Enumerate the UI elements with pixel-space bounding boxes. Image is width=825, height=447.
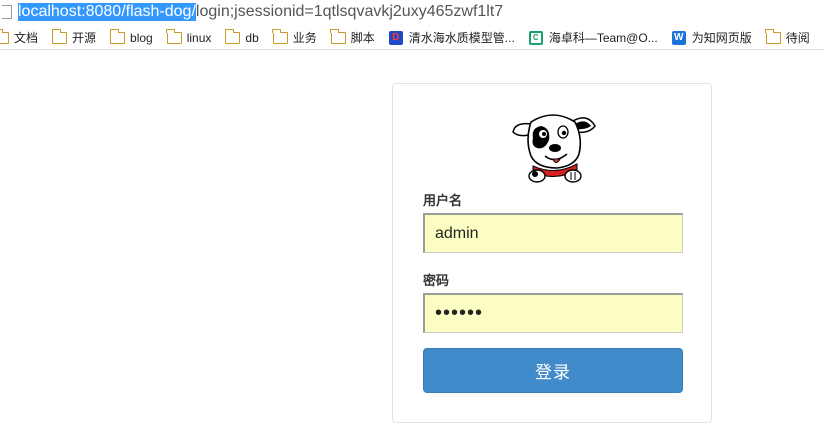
bookmark-label: blog — [130, 30, 153, 45]
bookmarks-bar: 文档 开源 blog linux db 业务 脚本 D 清水海水质模型管... … — [0, 26, 825, 50]
bookmark-label: db — [245, 30, 259, 45]
dog-mascot-logo — [512, 114, 596, 183]
bookmark-to-read[interactable]: 待阅 — [765, 28, 810, 46]
username-label: 用户名 — [423, 193, 463, 208]
bookmark-label: 待阅 — [785, 31, 810, 45]
page-icon — [2, 5, 12, 19]
password-label: 密码 — [423, 273, 450, 288]
bookmark-db[interactable]: db — [224, 28, 259, 45]
bookmark-business[interactable]: 业务 — [272, 28, 317, 46]
bookmark-label: 开源 — [72, 31, 97, 45]
login-button[interactable]: 登录 — [423, 348, 683, 393]
app-d-icon: D — [388, 30, 403, 45]
bookmark-label: 业务 — [292, 31, 317, 45]
folder-icon — [224, 28, 241, 44]
bookmark-label: linux — [186, 30, 212, 45]
folder-icon — [166, 28, 182, 44]
username-input[interactable] — [423, 213, 683, 253]
bookmark-label: 为知网页版 — [691, 31, 752, 45]
password-input[interactable] — [423, 293, 683, 333]
bookmark-water-model[interactable]: D 清水海水质模型管... — [388, 29, 515, 46]
bookmark-blog[interactable]: blog — [109, 28, 153, 45]
bookmark-label: 脚本 — [350, 31, 375, 45]
bookmark-team[interactable]: C 海卓科—Team@O... — [528, 29, 658, 46]
bookmark-wiz[interactable]: W 为知网页版 — [671, 29, 752, 46]
bookmark-open-source[interactable]: 开源 — [51, 28, 97, 46]
app-c-icon: C — [528, 30, 543, 45]
folder-icon — [765, 28, 781, 44]
bookmark-linux[interactable]: linux — [166, 28, 212, 45]
bookmark-label: 文档 — [14, 31, 39, 45]
address-bar[interactable]: localhost:8080/flash-dog/login;jsessioni… — [0, 0, 825, 24]
folder-icon — [51, 28, 68, 44]
bookmark-scripts[interactable]: 脚本 — [330, 28, 375, 46]
app-w-icon: W — [671, 30, 686, 45]
folder-icon — [109, 28, 126, 44]
login-panel: 用户名 密码 登录 — [392, 83, 712, 423]
bookmark-label: 海卓科—Team@O... — [548, 31, 658, 45]
bookmark-label: 清水海水质模型管... — [408, 31, 515, 45]
folder-icon — [0, 28, 9, 44]
url-rest-text: login;jsessionid=1qtlsqvavkj2uxy465zwf1l… — [195, 3, 504, 20]
folder-icon — [272, 28, 288, 44]
bookmark-docs[interactable]: 文档 — [0, 28, 39, 46]
folder-icon — [330, 28, 346, 44]
url-selected-text: localhost:8080/flash-dog/ — [18, 3, 196, 21]
